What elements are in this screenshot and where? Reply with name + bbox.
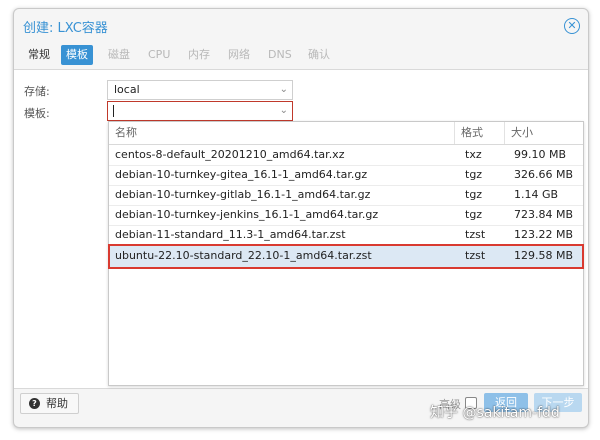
template-name: debian-10-turnkey-jenkins_16.1-1_amd64.t… — [115, 208, 379, 221]
tab-disks[interactable]: 磁盘 — [103, 45, 135, 65]
chevron-down-icon[interactable]: ⌄ — [280, 102, 288, 120]
table-row[interactable]: debian-11-standard_11.3-1_amd64.tar.zst … — [109, 225, 583, 246]
template-name: centos-8-default_20201210_amd64.tar.xz — [115, 148, 345, 161]
tab-dns[interactable]: DNS — [263, 45, 297, 65]
template-dropdown-grid: 名称 格式 大小 centos-8-default_20201210_amd64… — [108, 121, 584, 386]
table-row[interactable]: debian-10-turnkey-gitlab_16.1-1_amd64.ta… — [109, 185, 583, 206]
chevron-down-icon[interactable]: ⌄ — [280, 81, 288, 99]
help-label: 帮助 — [46, 397, 68, 410]
template-size: 1.14 GB — [514, 188, 559, 201]
content-panel: 存储: local ⌄ 模板: ⌄ 名称 格式 大小 centos-8-defa… — [14, 69, 588, 389]
template-size: 326.66 MB — [514, 168, 574, 181]
tab-template[interactable]: 模板 — [61, 45, 93, 65]
storage-label: 存储: — [24, 85, 50, 98]
tab-bar: 常规 模板 磁盘 CPU 内存 网络 DNS 确认 — [14, 43, 588, 69]
template-format: tzst — [465, 249, 486, 262]
template-name: debian-11-standard_11.3-1_amd64.tar.zst — [115, 228, 346, 241]
template-format: tgz — [465, 168, 483, 181]
template-size: 123.22 MB — [514, 228, 574, 241]
tab-general[interactable]: 常规 — [23, 45, 55, 65]
question-icon: ? — [29, 398, 40, 409]
column-header-size[interactable]: 大小 — [504, 122, 583, 144]
tab-memory[interactable]: 内存 — [183, 45, 215, 65]
column-header-format[interactable]: 格式 — [454, 122, 504, 144]
tab-cpu[interactable]: CPU — [143, 45, 175, 65]
template-size: 129.58 MB — [514, 249, 574, 262]
template-select[interactable]: ⌄ — [107, 101, 293, 121]
template-format: tgz — [465, 188, 483, 201]
template-format: tzst — [465, 228, 486, 241]
watermark-text: 知乎 @sakitam-fdd — [430, 405, 560, 421]
storage-value: local — [114, 83, 140, 96]
template-format: tgz — [465, 208, 483, 221]
column-header-name[interactable]: 名称 — [109, 122, 454, 144]
dialog-title: 创建: LXC容器 — [23, 21, 108, 36]
tab-network[interactable]: 网络 — [223, 45, 255, 65]
template-size: 723.84 MB — [514, 208, 574, 221]
template-label: 模板: — [24, 107, 50, 120]
template-size: 99.10 MB — [514, 148, 567, 161]
table-row[interactable]: centos-8-default_20201210_amd64.tar.xz t… — [109, 145, 583, 166]
template-format: txz — [465, 148, 482, 161]
help-button[interactable]: ? 帮助 — [20, 393, 79, 414]
close-icon[interactable]: ✕ — [564, 18, 580, 34]
create-lxc-dialog: 创建: LXC容器 ✕ 常规 模板 磁盘 CPU 内存 网络 DNS 确认 存储… — [13, 8, 589, 428]
template-name: ubuntu-22.10-standard_22.10-1_amd64.tar.… — [115, 249, 372, 262]
table-row[interactable]: debian-10-turnkey-gitea_16.1-1_amd64.tar… — [109, 165, 583, 186]
storage-select[interactable]: local ⌄ — [107, 80, 293, 100]
template-name: debian-10-turnkey-gitea_16.1-1_amd64.tar… — [115, 168, 368, 181]
text-cursor — [113, 105, 114, 117]
template-name: debian-10-turnkey-gitlab_16.1-1_amd64.ta… — [115, 188, 371, 201]
tab-confirm[interactable]: 确认 — [303, 45, 335, 65]
table-row-selected[interactable]: ubuntu-22.10-standard_22.10-1_amd64.tar.… — [108, 244, 584, 269]
table-row[interactable]: debian-10-turnkey-jenkins_16.1-1_amd64.t… — [109, 205, 583, 226]
grid-header: 名称 格式 大小 — [109, 122, 583, 145]
titlebar: 创建: LXC容器 ✕ — [14, 9, 588, 43]
